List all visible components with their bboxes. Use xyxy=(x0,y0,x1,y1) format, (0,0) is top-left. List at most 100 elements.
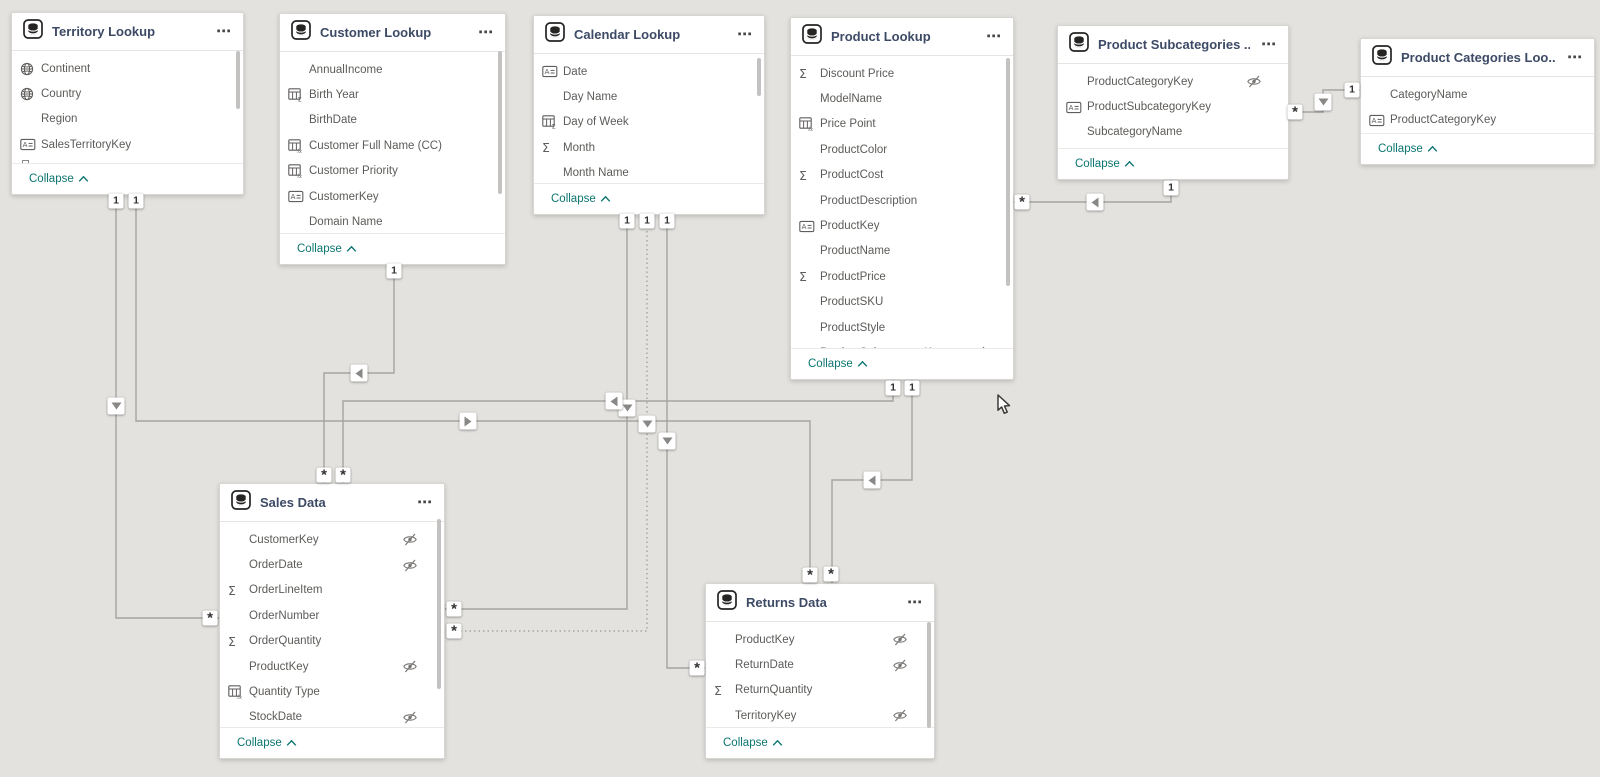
field-row[interactable]: ADate xyxy=(534,59,764,84)
table-card[interactable]: Product Lookup ⋯ ΣDiscount PriceModelNam… xyxy=(790,17,1014,380)
field-row[interactable]: BirthDate xyxy=(280,108,505,133)
hidden-field-toggle[interactable] xyxy=(892,633,908,646)
table-header[interactable]: Territory Lookup ⋯ xyxy=(12,13,243,51)
field-row[interactable]: ProductCategoryKey xyxy=(1058,69,1288,94)
table-scrollbar[interactable] xyxy=(498,51,502,194)
field-row[interactable]: AProductCategoryKey xyxy=(1361,107,1594,132)
field-row[interactable]: ProductKey xyxy=(706,627,934,652)
field-row[interactable]: Domain Name xyxy=(280,209,505,234)
field-row[interactable]: Month Name xyxy=(534,161,764,184)
collapse-link[interactable]: Collapse xyxy=(237,737,297,749)
filter-direction-left-arrow-icon[interactable] xyxy=(351,365,368,382)
table-header[interactable]: Calendar Lookup ⋯ xyxy=(534,16,764,54)
more-options-button[interactable]: ⋯ xyxy=(214,13,233,50)
field-row[interactable]: Day Name xyxy=(534,84,764,109)
more-options-button[interactable]: ⋯ xyxy=(476,14,495,51)
field-row[interactable]: AProductSubcategoryKey xyxy=(1058,94,1288,119)
field-row[interactable]: ProductStyle xyxy=(791,315,1013,340)
hidden-eye-icon[interactable] xyxy=(1246,75,1262,88)
collapse-link[interactable]: Collapse xyxy=(1075,158,1135,170)
more-options-button[interactable]: ⋯ xyxy=(735,16,754,53)
filter-direction-down-arrow-icon[interactable] xyxy=(659,433,676,450)
more-options-button[interactable]: ⋯ xyxy=(984,18,1003,55)
collapse-link[interactable]: Collapse xyxy=(723,737,783,749)
field-row[interactable]: ΣDiscount Price xyxy=(791,61,1013,86)
field-row[interactable]: OrderNumber xyxy=(220,603,444,628)
table-scrollbar[interactable] xyxy=(437,519,441,689)
hidden-field-toggle[interactable] xyxy=(402,660,418,673)
collapse-link[interactable]: Collapse xyxy=(29,173,89,185)
collapse-link[interactable]: Collapse xyxy=(551,193,611,205)
table-card[interactable]: Territory Lookup ⋯ ContinentCountryRegio… xyxy=(11,12,244,195)
field-row[interactable]: OrderDate xyxy=(220,552,444,577)
field-row[interactable]: ΣMonth xyxy=(534,135,764,160)
table-card[interactable]: Customer Lookup ⋯ AnnualIncomeΣBirth Yea… xyxy=(279,13,506,265)
model-view-canvas[interactable]: 1*1*1*1*1*1*1*1*1*1* Territory Lookup ⋯ … xyxy=(0,0,1600,777)
field-row[interactable]: ΣProductCost xyxy=(791,163,1013,188)
field-row[interactable]: ΣDay of Week xyxy=(534,110,764,135)
collapse-link[interactable]: Collapse xyxy=(1378,143,1438,155)
hidden-field-toggle[interactable] xyxy=(402,533,418,546)
more-options-button[interactable]: ⋯ xyxy=(905,584,924,621)
filter-direction-right-arrow-icon[interactable] xyxy=(460,413,477,430)
hidden-eye-icon[interactable] xyxy=(402,559,418,572)
filter-direction-down-arrow-icon[interactable] xyxy=(639,416,656,433)
field-row[interactable]: fxCustomer Priority xyxy=(280,159,505,184)
field-row[interactable]: AProductKey xyxy=(791,213,1013,238)
table-header[interactable]: Product Subcategories ... ⋯ xyxy=(1058,26,1288,64)
table-scrollbar[interactable] xyxy=(927,622,931,728)
relationship-line[interactable] xyxy=(116,193,219,618)
field-row[interactable]: ProductKey xyxy=(220,654,444,679)
field-row[interactable]: ΣReturnQuantity xyxy=(706,678,934,703)
table-card[interactable]: Returns Data ⋯ ProductKeyReturnDateΣRetu… xyxy=(705,583,935,759)
field-row[interactable]: ProductName xyxy=(791,239,1013,264)
table-header[interactable]: Returns Data ⋯ xyxy=(706,584,934,622)
table-header[interactable]: Product Lookup ⋯ xyxy=(791,18,1013,56)
hidden-eye-icon[interactable] xyxy=(892,659,908,672)
hidden-field-toggle[interactable] xyxy=(892,659,908,672)
filter-direction-down-arrow-icon[interactable] xyxy=(108,398,125,415)
field-row[interactable]: ΣOrderQuantity xyxy=(220,629,444,654)
table-header[interactable]: Customer Lookup ⋯ xyxy=(280,14,505,52)
field-row[interactable]: Continent xyxy=(12,56,243,81)
field-row[interactable]: ΣProductPrice xyxy=(791,264,1013,289)
field-row[interactable]: ProductColor xyxy=(791,137,1013,162)
more-options-button[interactable]: ⋯ xyxy=(415,484,434,521)
more-options-button[interactable]: ⋯ xyxy=(1565,39,1584,76)
table-card[interactable]: Calendar Lookup ⋯ ADateDay NameΣDay of W… xyxy=(533,15,765,215)
more-options-button[interactable]: ⋯ xyxy=(1259,26,1278,63)
field-row[interactable]: StockDate xyxy=(220,705,444,728)
field-row[interactable]: CustomerKey xyxy=(220,527,444,552)
table-scrollbar[interactable] xyxy=(236,51,240,109)
table-card[interactable]: Sales Data ⋯ CustomerKeyOrderDateΣOrderL… xyxy=(219,483,445,759)
hidden-field-toggle[interactable] xyxy=(402,559,418,572)
field-row[interactable]: fxPrice Point xyxy=(791,112,1013,137)
hidden-field-toggle[interactable] xyxy=(1246,75,1262,88)
filter-direction-left-arrow-icon[interactable] xyxy=(606,393,623,410)
field-row[interactable]: ΣOrderLineItem xyxy=(220,578,444,603)
filter-direction-left-arrow-icon[interactable] xyxy=(1087,194,1104,211)
field-row[interactable]: TerritoryKey xyxy=(706,703,934,728)
hidden-field-toggle[interactable] xyxy=(402,711,418,724)
hidden-field-toggle[interactable] xyxy=(892,709,908,722)
table-card[interactable]: Product Subcategories ... ⋯ ProductCateg… xyxy=(1057,25,1289,180)
table-scrollbar[interactable] xyxy=(1006,58,1010,286)
field-row[interactable]: ReturnDate xyxy=(706,652,934,677)
table-card[interactable]: Product Categories Loo... ⋯ CategoryName… xyxy=(1360,38,1595,165)
field-row[interactable]: ΣBirth Year xyxy=(280,82,505,107)
collapse-link[interactable]: Collapse xyxy=(808,358,868,370)
field-row[interactable]: SubcategoryName xyxy=(1058,120,1288,145)
field-row[interactable]: ASalesTerritoryKey xyxy=(12,132,243,157)
field-row[interactable]: fxCustomer Full Name (CC) xyxy=(280,133,505,158)
field-row[interactable]: Region xyxy=(12,107,243,132)
hidden-eye-icon[interactable] xyxy=(402,711,418,724)
hidden-eye-icon[interactable] xyxy=(402,533,418,546)
field-row[interactable]: ModelName xyxy=(791,86,1013,111)
field-row[interactable]: fxQuantity Type xyxy=(220,679,444,704)
field-row[interactable]: CategoryName xyxy=(1361,82,1594,107)
table-scrollbar[interactable] xyxy=(757,58,761,96)
field-row[interactable]: ProductDescription xyxy=(791,188,1013,213)
hidden-eye-icon[interactable] xyxy=(892,709,908,722)
filter-direction-left-arrow-icon[interactable] xyxy=(864,472,881,489)
table-header[interactable]: Sales Data ⋯ xyxy=(220,484,444,522)
